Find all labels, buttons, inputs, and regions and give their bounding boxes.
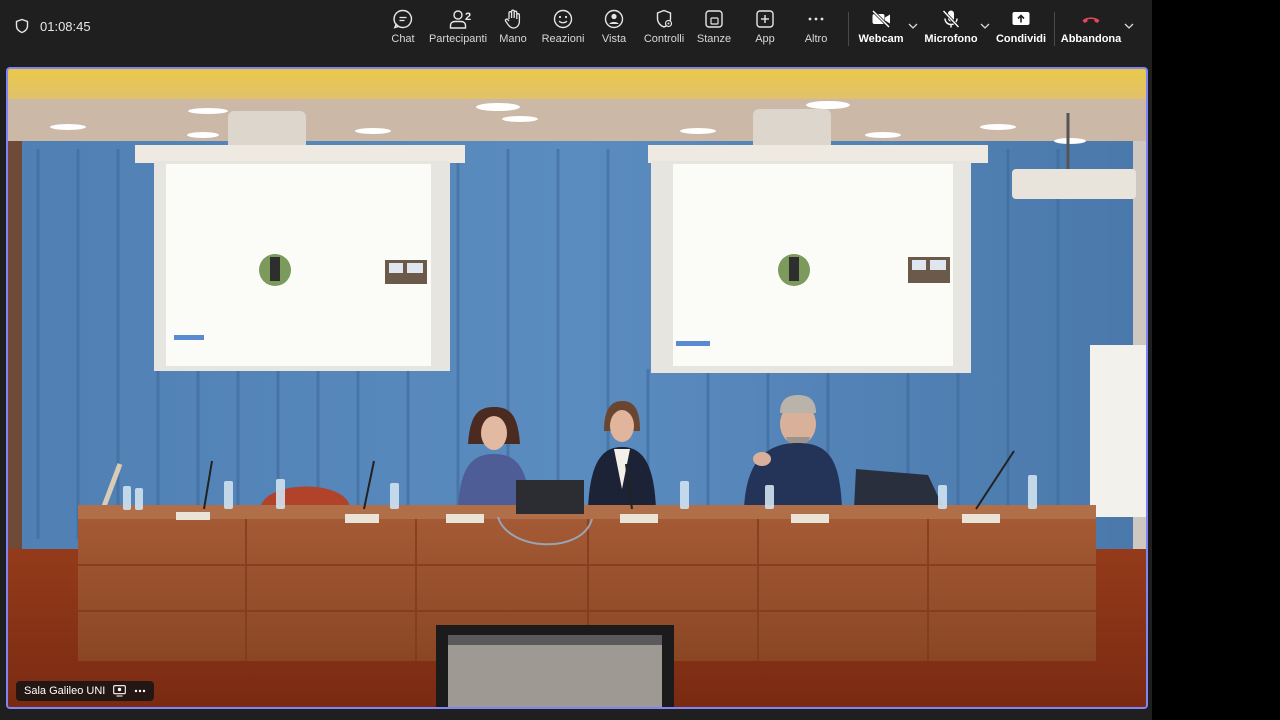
microphone-off-icon [942, 9, 960, 29]
letterbox-bar [1152, 0, 1280, 720]
participants-button[interactable]: 2 Partecipanti [428, 8, 488, 45]
toolbar-divider [848, 12, 849, 46]
microphone-options-chevron-down-icon[interactable] [978, 19, 992, 33]
share-screen-icon [1012, 12, 1030, 25]
share-label: Condividi [995, 33, 1047, 45]
meeting-timer: 01:08:45 [14, 18, 91, 34]
participants-label: Partecipanti [428, 33, 488, 45]
webcam-label: Webcam [858, 33, 904, 45]
meeting-toolbar: 01:08:45 Chat 2 Partecipanti Mano Reazio… [0, 0, 1152, 60]
chat-label: Chat [391, 33, 415, 45]
chat-icon [393, 9, 413, 29]
raise-hand-label: Mano [499, 33, 527, 45]
webcam-button[interactable]: Webcam [851, 8, 911, 45]
microphone-button[interactable]: Microfono [921, 8, 981, 45]
view-icon [604, 9, 624, 29]
hand-icon [504, 9, 521, 29]
more-label: Altro [804, 33, 828, 45]
video-feed[interactable]: Sala Galileo UNI [6, 67, 1148, 709]
apps-label: App [755, 33, 775, 45]
toolbar-divider-2 [1054, 12, 1055, 46]
meeting-window: 01:08:45 Chat 2 Partecipanti Mano Reazio… [0, 0, 1152, 720]
leave-options-chevron-down-icon[interactable] [1122, 19, 1136, 33]
camera-off-icon [871, 9, 891, 29]
controls-label: Controlli [643, 33, 685, 45]
leave-button[interactable]: Abbandona [1061, 8, 1121, 45]
room-device-icon [113, 685, 127, 697]
microphone-label: Microfono [924, 33, 978, 45]
more-button[interactable]: Altro [786, 8, 846, 45]
share-button[interactable]: Condividi [991, 8, 1051, 45]
rooms-label: Stanze [696, 33, 732, 45]
conference-room-scene [8, 69, 1146, 707]
shield-icon [15, 18, 29, 34]
breakout-rooms-icon [705, 10, 723, 28]
hang-up-icon [1082, 17, 1100, 23]
participant-name: Sala Galileo UNI [24, 685, 106, 697]
leave-label: Abbandona [1060, 33, 1122, 45]
reactions-label: Reazioni [541, 33, 585, 45]
shield-settings-icon [656, 9, 673, 28]
view-label: Vista [601, 33, 627, 45]
participants-count: 2 [465, 11, 472, 23]
more-dots-icon [808, 17, 824, 21]
more-options-icon[interactable] [134, 689, 146, 693]
webcam-options-chevron-down-icon[interactable] [906, 19, 920, 33]
add-app-icon [756, 10, 774, 28]
participant-name-badge: Sala Galileo UNI [16, 681, 155, 701]
chat-button[interactable]: Chat [373, 8, 433, 45]
meeting-duration: 01:08:45 [40, 18, 91, 34]
smiley-icon [553, 9, 573, 29]
